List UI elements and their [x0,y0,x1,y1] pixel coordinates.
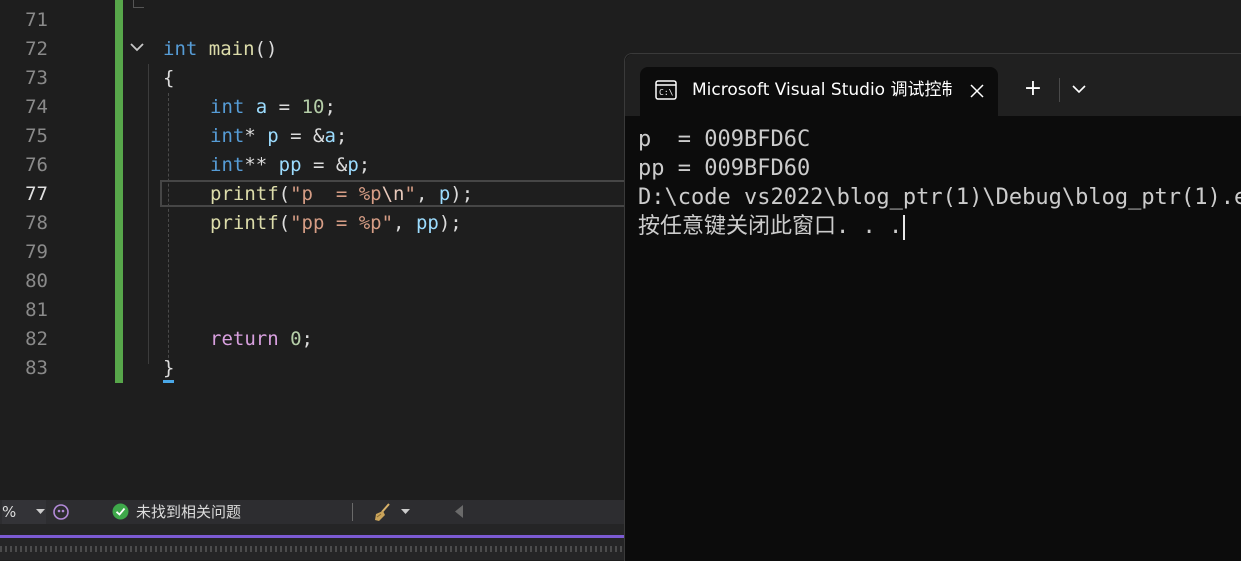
console-caret [903,214,906,240]
status-accent-line [0,535,624,538]
copilot-icon[interactable] [52,503,70,521]
line-number: 82 [25,328,48,350]
escape-sequence: \n [381,183,405,205]
operator: = & [301,154,348,176]
string-literal: " [404,183,416,205]
console-line-prompt: 按任意键关闭此窗口. . . [638,212,1241,241]
punct: ( [278,183,291,205]
operator: = & [278,125,325,147]
tab-dropdown-chevron-icon[interactable] [1072,85,1086,94]
variable: pp [278,154,302,176]
line-number: 78 [25,212,48,234]
code-line-77[interactable]: printf("p = %p\n", p); [210,180,473,209]
new-tab-button[interactable]: + [1022,78,1044,100]
line-number: 73 [25,67,48,89]
text-cursor [163,380,174,383]
console-line: p = 009BFD6C [638,127,811,152]
punct: ; [335,125,348,147]
terminal-tab[interactable]: C:\ Microsoft Visual Studio 调试控制台 [640,67,998,116]
line-number: 75 [25,125,48,147]
keyword: int [163,38,198,60]
divider [352,503,353,521]
bottom-panel-strip [0,524,624,560]
line-number: 76 [25,154,48,176]
console-line: 按任意键关闭此窗口. . . [638,214,903,239]
variable: a [324,125,336,147]
punct: ; [358,154,371,176]
code-cleanup-brush-icon[interactable] [373,502,395,522]
brace: { [163,67,175,89]
zoom-dropdown[interactable]: % [2,500,46,524]
change-tracking-bar [115,0,123,383]
operator: * [244,125,268,147]
collapse-chevron-icon[interactable] [128,38,146,58]
string-literal: "p = %p [290,183,382,205]
zoom-value: % [2,503,17,521]
function-name: printf [210,212,279,234]
punct: , [415,183,439,205]
punct: ); [450,183,474,205]
debug-console-window[interactable]: C:\ Microsoft Visual Studio 调试控制台 + p = … [624,53,1241,561]
console-app-icon: C:\ [655,80,677,100]
line-number: 71 [25,9,48,31]
terminal-tab-bar: C:\ Microsoft Visual Studio 调试控制台 + [625,54,1241,116]
line-number: 72 [25,38,48,60]
line-number: 83 [25,357,48,379]
code-line-82[interactable]: return 0; [210,325,313,354]
keyword: int [210,125,245,147]
line-number: 79 [25,241,48,263]
panel-splitter[interactable] [0,546,624,552]
scope-guide [148,64,149,364]
fold-guide-end [133,0,144,8]
line-number: 74 [25,96,48,118]
variable: pp [415,212,439,234]
code-line-73[interactable]: { [163,64,174,93]
check-circle-icon [112,503,129,520]
keyword-return: return [210,328,279,350]
line-number: 81 [25,299,48,321]
punct: ); [438,212,462,234]
close-tab-icon[interactable] [970,84,984,98]
issues-status[interactable]: 未找到相关问题 [136,500,241,524]
operator: = [267,96,302,118]
keyword: int [210,154,245,176]
code-line-78[interactable]: printf("pp = %p", pp); [210,209,462,238]
punct: ( [278,212,291,234]
svg-text:C:\: C:\ [659,88,674,97]
indent-guide [168,93,169,373]
variable: p [347,154,359,176]
line-number: 80 [25,270,48,292]
function-name: printf [210,183,279,205]
code-line-74[interactable]: int a = 10; [210,93,336,122]
punct: , [393,212,416,234]
scroll-left-icon[interactable] [455,505,464,518]
chevron-down-icon[interactable] [401,509,410,515]
variable: a [255,96,268,118]
brace: } [163,357,175,379]
tab-title: Microsoft Visual Studio 调试控制台 [692,80,952,100]
code-line-72[interactable]: int main() [163,35,277,64]
number: 0 [290,328,302,350]
punct: ; [301,328,313,350]
punct: () [254,38,278,60]
code-line-76[interactable]: int** pp = &p; [210,151,370,180]
operator: ** [244,154,279,176]
punct: ; [324,96,336,118]
variable: p [267,125,279,147]
line-number-current: 77 [25,183,48,205]
code-line-75[interactable]: int* p = &a; [210,122,347,151]
keyword: int [210,96,245,118]
editor-status-bar: % 未找到相关问题 [0,500,624,524]
chevron-down-icon [36,509,45,514]
number: 10 [301,96,325,118]
function-name: main [208,38,255,60]
string-literal: "pp = %p" [290,212,394,234]
console-line: pp = 009BFD60 [638,156,811,181]
console-line: D:\code vs2022\blog_ptr(1)\Debug\blog_pt… [638,185,1241,210]
variable: p [438,183,451,205]
code-line-83[interactable]: } [163,354,174,383]
console-output[interactable]: p = 009BFD6C pp = 009BFD60 D:\code vs2022\… [638,125,1241,241]
divider [1059,78,1060,102]
